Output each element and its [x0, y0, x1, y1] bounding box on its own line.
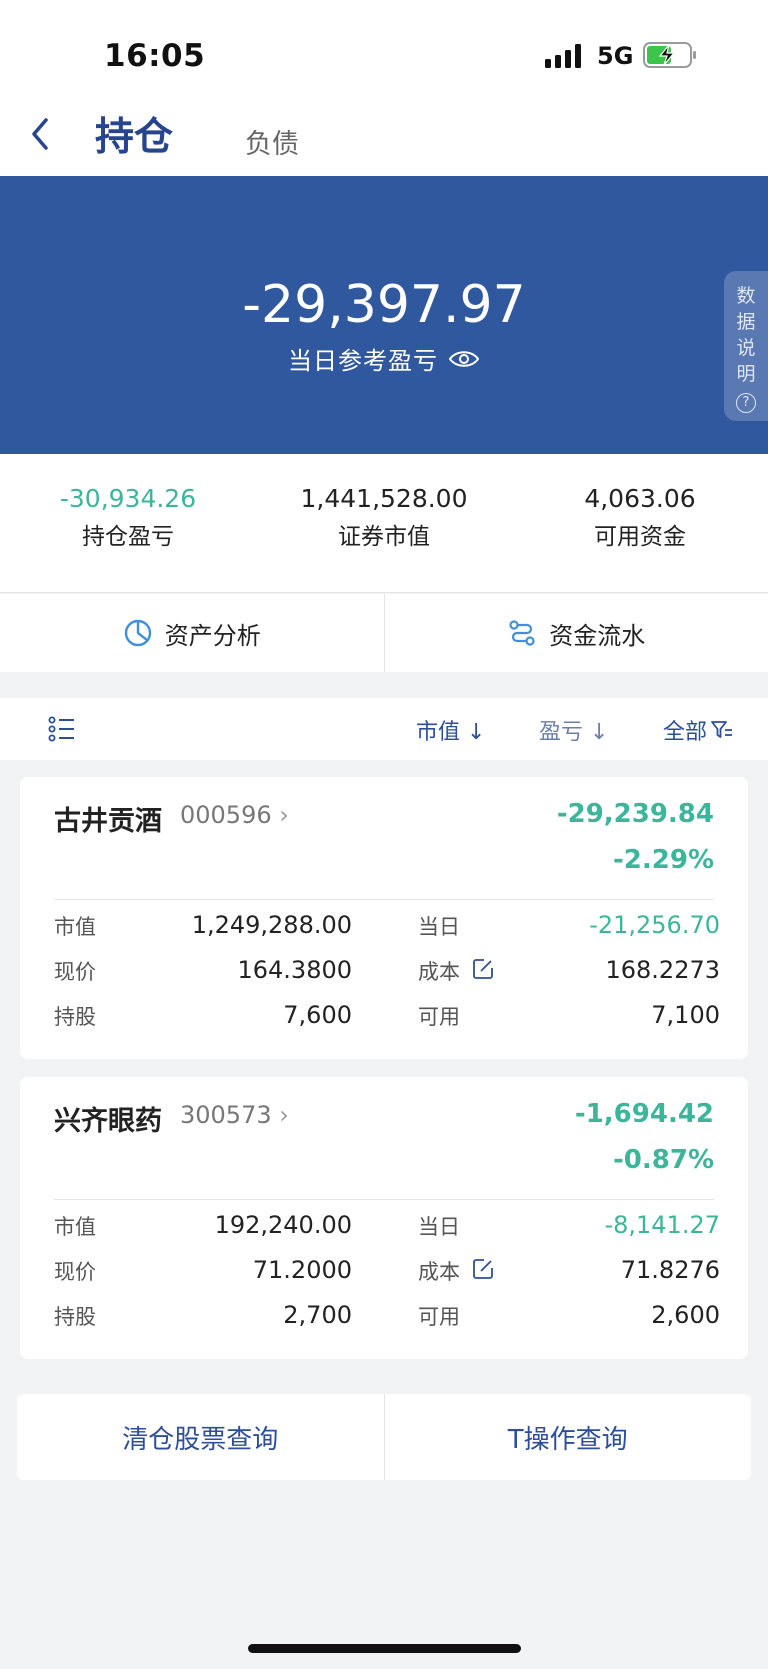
stat-value: -30,934.26: [59, 484, 197, 513]
battery-charging-icon: [643, 42, 696, 68]
available-shares: 7,100: [651, 1001, 720, 1029]
stat-label: 可用资金: [594, 524, 686, 550]
flow-icon: [509, 620, 535, 646]
action-bar: 资产分析 资金流水: [0, 594, 768, 672]
status-bar: 16:05 5G: [0, 0, 768, 100]
today-pl: -8,141.27: [604, 1211, 720, 1239]
divider: [54, 899, 714, 900]
edit-icon[interactable]: [472, 1258, 494, 1280]
today-pl: -21,256.70: [589, 911, 720, 939]
stock-code-text: 300573: [180, 1101, 272, 1129]
asset-analysis-label: 资产分析: [164, 621, 261, 650]
available-shares: 2,600: [651, 1301, 720, 1329]
detail-row: 现价 71.2000 成本 71.8276: [54, 1256, 720, 1286]
position-pl-percent: -0.87%: [613, 1145, 714, 1175]
detail-row: 市值 1,249,288.00 当日 -21,256.70: [54, 911, 720, 941]
stat-value: 4,063.06: [584, 484, 696, 513]
divider: [54, 1199, 714, 1200]
pie-chart-icon: [124, 619, 151, 647]
daily-pl-panel: -29,397.97 当日参考盈亏 数 据 说 明 ?: [0, 176, 768, 454]
tab-liabilities[interactable]: 负债: [245, 122, 299, 161]
market-value-label: 市值: [54, 915, 96, 939]
fund-flow-button[interactable]: 资金流水: [385, 594, 768, 672]
stock-code[interactable]: 000596 ›: [180, 801, 289, 829]
sort-market-value[interactable]: 市值 ↓: [416, 714, 485, 746]
stock-code-text: 000596: [180, 801, 272, 829]
filter-all[interactable]: 全部: [663, 714, 733, 746]
holding-label: 持股: [54, 1305, 96, 1329]
available-label: 可用: [418, 1305, 460, 1329]
market-value: 1,249,288.00: [191, 911, 352, 939]
filter-label: 全部: [663, 720, 708, 745]
available-label: 可用: [418, 1005, 460, 1029]
stat-label: 持仓盈亏: [82, 524, 174, 550]
holding-shares: 7,600: [283, 1001, 352, 1029]
holding-shares: 2,700: [283, 1301, 352, 1329]
cost-price: 71.8276: [620, 1256, 720, 1284]
list-view-icon[interactable]: [48, 716, 76, 742]
data-tab-char: 据: [736, 311, 756, 333]
detail-row: 现价 164.3800 成本 168.2273: [54, 956, 720, 986]
position-card[interactable]: 古井贡酒 000596 › -29,239.84 -2.29% 市值 1,249…: [20, 777, 748, 1059]
data-tab-char: 数: [736, 285, 756, 307]
stat-market-value: 1,441,528.00 证券市值: [256, 484, 512, 551]
eye-icon[interactable]: [448, 348, 480, 370]
help-icon: ?: [736, 393, 756, 413]
daily-pl-label-row: 当日参考盈亏: [0, 341, 768, 376]
data-tab-char: 明: [736, 363, 756, 385]
filter-icon: [711, 721, 733, 738]
chevron-right-icon: ›: [279, 801, 289, 829]
stock-code[interactable]: 300573 ›: [180, 1101, 289, 1129]
holding-label: 持股: [54, 1005, 96, 1029]
price-label: 现价: [54, 1260, 96, 1284]
fund-flow-label: 资金流水: [549, 621, 646, 650]
stat-holding-pl: -30,934.26 持仓盈亏: [0, 484, 256, 551]
asset-analysis-button[interactable]: 资产分析: [0, 594, 385, 672]
position-pl: -1,694.42: [574, 1099, 714, 1129]
daily-pl-label: 当日参考盈亏: [288, 347, 438, 375]
market-value: 192,240.00: [214, 1211, 352, 1239]
sort-profit-loss[interactable]: 盈亏 ↓: [539, 714, 608, 746]
bottom-query-bar: 清仓股票查询 T操作查询: [17, 1394, 751, 1480]
data-tab-char: 说: [736, 337, 756, 359]
cost-price: 168.2273: [605, 956, 720, 984]
current-price: 164.3800: [237, 956, 352, 984]
detail-row: 市值 192,240.00 当日 -8,141.27: [54, 1211, 720, 1241]
market-value-label: 市值: [54, 1215, 96, 1239]
summary-stats: -30,934.26 持仓盈亏 1,441,528.00 证券市值 4,063.…: [0, 454, 768, 593]
cleared-stocks-button[interactable]: 清仓股票查询: [17, 1394, 385, 1480]
data-explanation-tab[interactable]: 数 据 说 明 ?: [724, 271, 768, 421]
position-pl-percent: -2.29%: [613, 845, 714, 875]
header: 持仓 负债: [0, 100, 768, 176]
stat-available-funds: 4,063.06 可用资金: [512, 484, 768, 551]
cost-label: 成本: [418, 1260, 460, 1284]
stock-name[interactable]: 古井贡酒: [54, 799, 162, 838]
chevron-right-icon: ›: [279, 1101, 289, 1129]
position-pl: -29,239.84: [556, 799, 714, 829]
today-label: 当日: [418, 915, 460, 939]
status-time: 16:05: [104, 38, 206, 74]
detail-row: 持股 2,700 可用 2,600: [54, 1301, 720, 1331]
signal-icon: [545, 44, 581, 68]
current-price: 71.2000: [252, 1256, 352, 1284]
stock-name[interactable]: 兴齐眼药: [54, 1099, 162, 1138]
back-icon[interactable]: [26, 114, 58, 154]
cost-label: 成本: [418, 960, 460, 984]
tab-holdings[interactable]: 持仓: [95, 106, 173, 162]
edit-icon[interactable]: [472, 958, 494, 980]
home-indicator[interactable]: [248, 1644, 521, 1653]
price-label: 现价: [54, 960, 96, 984]
detail-row: 持股 7,600 可用 7,100: [54, 1001, 720, 1031]
daily-pl-value: -29,397.97: [242, 275, 526, 335]
sort-bar: 市值 ↓ 盈亏 ↓ 全部: [0, 698, 768, 760]
stat-value: 1,441,528.00: [300, 484, 468, 513]
position-card[interactable]: 兴齐眼药 300573 › -1,694.42 -0.87% 市值 192,24…: [20, 1077, 748, 1359]
today-label: 当日: [418, 1215, 460, 1239]
stat-label: 证券市值: [338, 524, 430, 550]
t-operation-button[interactable]: T操作查询: [385, 1394, 752, 1480]
network-type: 5G: [597, 42, 634, 70]
